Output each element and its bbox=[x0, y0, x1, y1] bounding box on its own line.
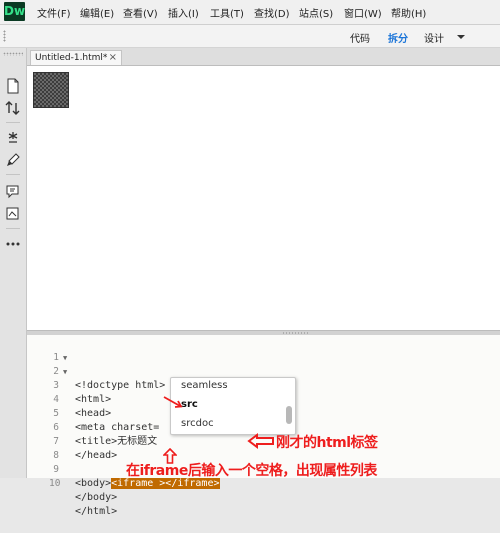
asterisk-icon[interactable] bbox=[5, 130, 21, 146]
menu-help[interactable]: 帮助(H) bbox=[391, 5, 426, 20]
menu-view[interactable]: 查看(V) bbox=[123, 5, 158, 20]
attribute-autocomplete-list[interactable]: seamless src srcdoc bbox=[170, 377, 296, 435]
toolbar-grip[interactable] bbox=[3, 52, 23, 56]
document-tab[interactable]: Untitled-1.html* × bbox=[30, 50, 122, 65]
line-number: 10 bbox=[49, 478, 61, 489]
body-tag-text: <body> bbox=[75, 478, 112, 489]
annotation-html-tag: 刚才的html标签 bbox=[276, 435, 378, 451]
code-line: 2 ▼ <html> bbox=[27, 351, 500, 405]
app-logo: Dw bbox=[4, 2, 25, 21]
menu-window[interactable]: 窗口(W) bbox=[344, 5, 382, 20]
chevron-down-icon[interactable] bbox=[457, 35, 465, 39]
view-toolbar: 代码 拆分 设计 bbox=[0, 25, 500, 48]
toolbar-divider bbox=[6, 174, 20, 175]
autocomplete-option-srcdoc[interactable]: srcdoc bbox=[181, 417, 214, 431]
menu-find[interactable]: 查找(D) bbox=[254, 5, 290, 20]
menu-site[interactable]: 站点(S) bbox=[299, 5, 333, 20]
document-tab-title: Untitled-1.html* bbox=[35, 53, 108, 63]
document-tab-strip: Untitled-1.html* × bbox=[27, 48, 500, 66]
menu-file[interactable]: 文件(F) bbox=[37, 5, 71, 20]
image-icon[interactable] bbox=[5, 206, 21, 222]
autocomplete-option-src[interactable]: src bbox=[181, 398, 198, 412]
more-options-icon[interactable] bbox=[5, 236, 21, 252]
menu-tools[interactable]: 工具(T) bbox=[210, 5, 244, 20]
red-left-arrow-icon bbox=[247, 433, 274, 449]
menu-edit[interactable]: 编辑(E) bbox=[80, 5, 114, 20]
toolbar-divider bbox=[6, 122, 20, 123]
menu-insert[interactable]: 插入(I) bbox=[168, 5, 199, 20]
close-icon[interactable]: × bbox=[109, 51, 117, 65]
new-document-icon[interactable] bbox=[5, 78, 21, 94]
design-view[interactable] bbox=[27, 66, 500, 330]
toolbar-divider bbox=[6, 228, 20, 229]
autocomplete-option-seamless[interactable]: seamless bbox=[181, 379, 228, 393]
fold-icon[interactable]: ▼ bbox=[63, 351, 67, 365]
design-view-button[interactable]: 设计 bbox=[424, 30, 444, 45]
code-line: 1 <!doctype html> bbox=[27, 337, 500, 391]
comment-icon[interactable] bbox=[5, 184, 21, 200]
autocomplete-scrollbar[interactable] bbox=[286, 406, 292, 424]
code-text: </body> bbox=[75, 492, 118, 503]
annotation-instruction: 在iframe后输入一个空格，出现属性列表 bbox=[126, 463, 377, 479]
brush-icon[interactable] bbox=[5, 152, 21, 168]
code-view-button[interactable]: 代码 bbox=[350, 30, 370, 45]
insert-toolbar bbox=[0, 48, 27, 478]
toolbar-grip[interactable] bbox=[3, 30, 6, 42]
sort-arrows-icon[interactable] bbox=[5, 100, 21, 116]
iframe-placeholder[interactable] bbox=[33, 72, 69, 108]
code-text: </html> bbox=[75, 506, 118, 517]
fold-icon[interactable]: ▼ bbox=[63, 365, 67, 379]
split-view-button[interactable]: 拆分 bbox=[388, 30, 408, 45]
menu-bar: Dw 文件(F) 编辑(E) 查看(V) 插入(I) 工具(T) 查找(D) 站… bbox=[0, 0, 500, 25]
red-pointer-arrow-icon bbox=[163, 396, 183, 408]
